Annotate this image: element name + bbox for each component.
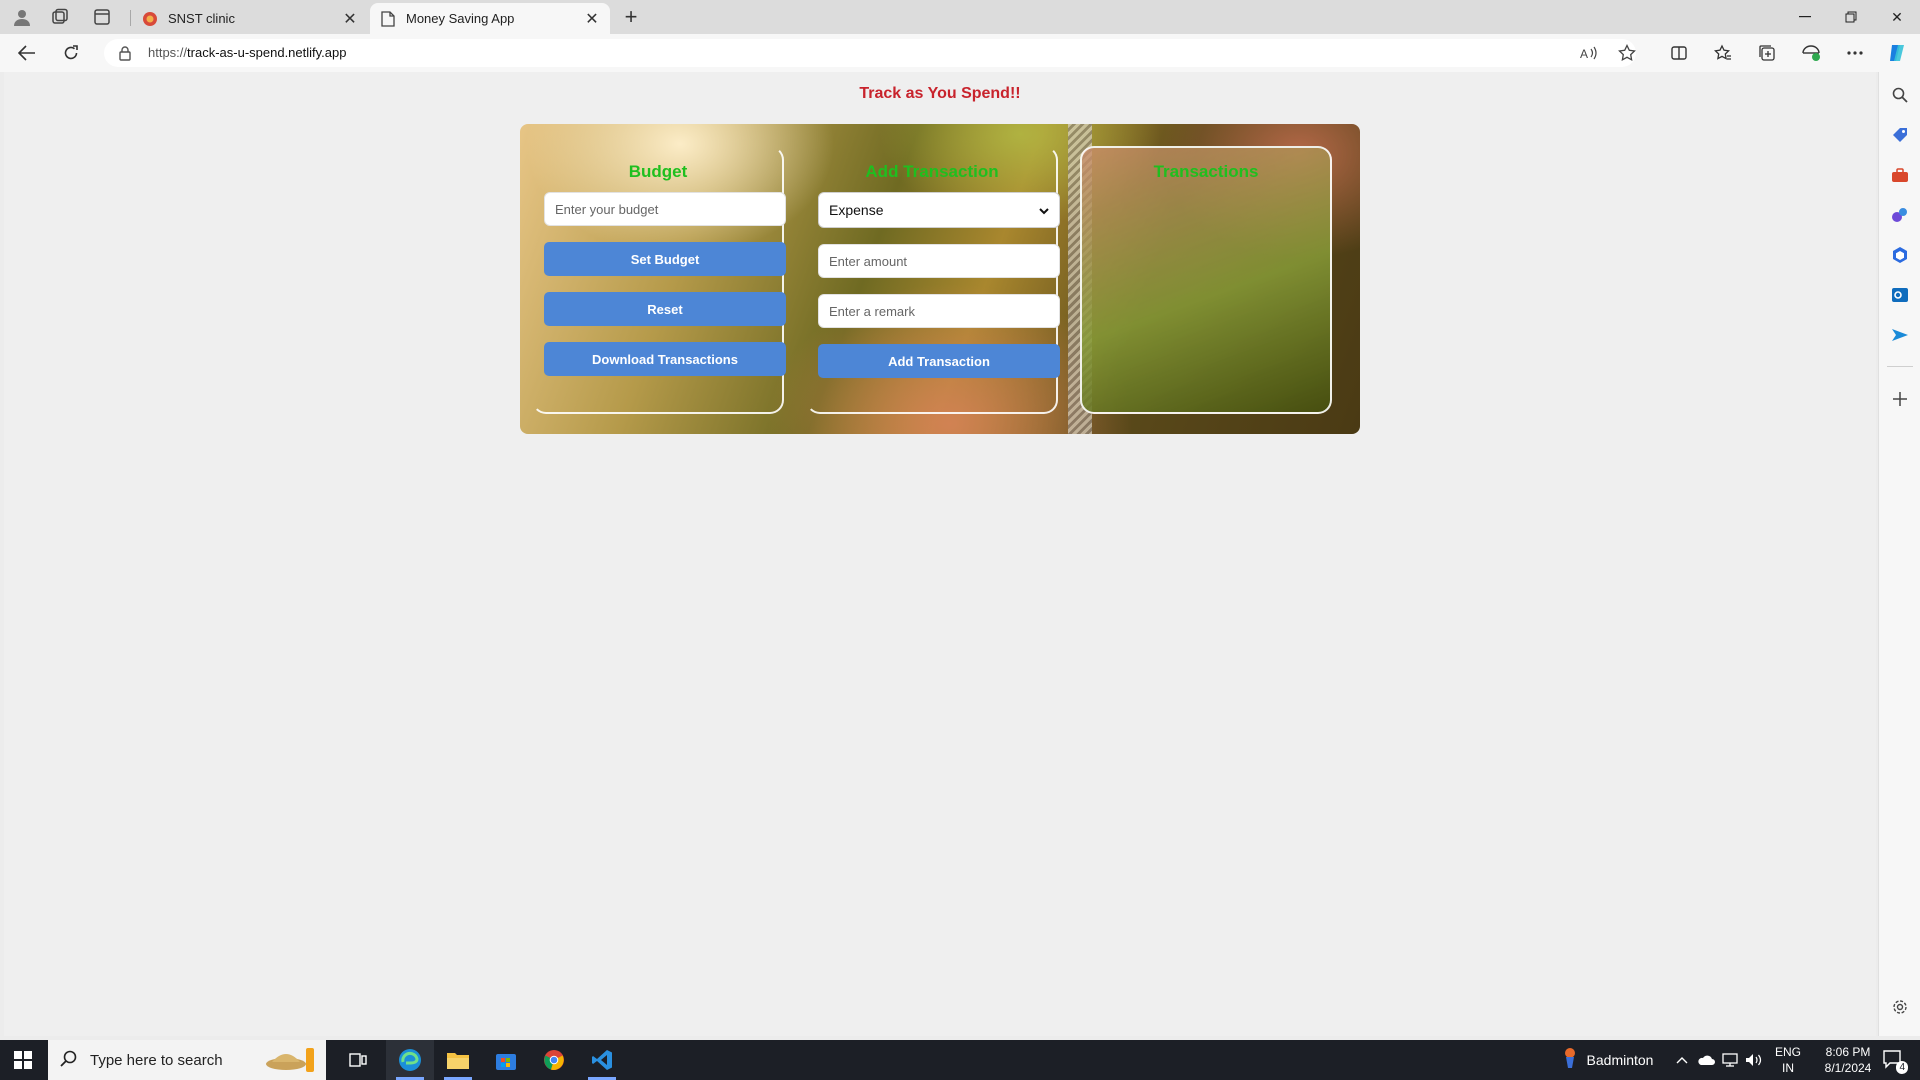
- task-view-icon[interactable]: [334, 1040, 382, 1080]
- weather-widget[interactable]: Badminton: [1552, 1040, 1662, 1080]
- sidebar-separator: [1887, 366, 1913, 367]
- edge-taskbar-icon[interactable]: [386, 1040, 434, 1080]
- back-icon[interactable]: [12, 39, 42, 67]
- copilot-icon[interactable]: [1882, 39, 1912, 67]
- app-title: Track as You Spend!!: [859, 85, 1021, 102]
- sidebar-settings-icon[interactable]: [1889, 996, 1911, 1018]
- add-transaction-heading: Add Transaction: [865, 162, 999, 181]
- network-icon[interactable]: [1718, 1040, 1742, 1080]
- file-explorer-icon[interactable]: [434, 1040, 482, 1080]
- transaction-type-select[interactable]: Expense: [818, 192, 1060, 228]
- transactions-panel: Transactions: [1080, 146, 1332, 414]
- language-code: ENG: [1774, 1045, 1801, 1059]
- read-aloud-icon[interactable]: A: [1578, 43, 1600, 63]
- search-icon[interactable]: [1889, 84, 1911, 106]
- clinic-favicon-icon: [142, 11, 158, 27]
- microsoft-store-icon[interactable]: [482, 1040, 530, 1080]
- games-icon[interactable]: [1889, 204, 1911, 226]
- search-highlight-icon: [262, 1046, 322, 1078]
- lock-icon[interactable]: [118, 45, 134, 61]
- split-screen-icon[interactable]: [1664, 39, 1694, 67]
- vscode-icon[interactable]: [578, 1040, 626, 1080]
- chevron-down-icon: [1039, 202, 1049, 218]
- clock-time: 8:06 PM: [1825, 1045, 1871, 1059]
- microsoft-365-icon[interactable]: [1889, 244, 1911, 266]
- url-host: track-as-u-spend.netlify.app: [187, 45, 347, 60]
- workspaces-icon[interactable]: [44, 4, 76, 30]
- shopping-tag-icon[interactable]: [1889, 124, 1911, 146]
- transactions-heading: Transactions: [1153, 162, 1259, 181]
- vertical-tabs-icon[interactable]: [86, 4, 118, 30]
- weather-label: Badminton: [1586, 1052, 1654, 1068]
- add-transaction-button[interactable]: Add Transaction: [818, 344, 1060, 378]
- close-tab-icon[interactable]: ✕: [580, 7, 604, 31]
- tools-icon[interactable]: [1889, 164, 1911, 186]
- budget-heading: Budget: [628, 162, 688, 181]
- app-card: Budget Enter your budget Set Budget Rese…: [520, 124, 1360, 434]
- chevron-up-icon[interactable]: [1670, 1040, 1694, 1080]
- tab-separator: [130, 10, 131, 26]
- favorites-icon[interactable]: [1708, 39, 1738, 67]
- download-transactions-button[interactable]: Download Transactions: [544, 342, 786, 376]
- amount-input[interactable]: Enter amount: [818, 244, 1060, 278]
- search-icon: [60, 1050, 80, 1070]
- url-scheme: https://: [148, 45, 188, 60]
- tab-money-saving-app[interactable]: Money Saving App ✕: [370, 3, 610, 34]
- page-viewport: Track as You Spend!! Budget Enter your b…: [4, 72, 1876, 1036]
- browser-sidebar: [1878, 72, 1920, 1036]
- reset-button[interactable]: Reset: [544, 292, 786, 326]
- drop-icon[interactable]: [1889, 324, 1911, 346]
- notifications-icon[interactable]: 4: [1874, 1040, 1914, 1080]
- add-icon[interactable]: [1889, 388, 1911, 410]
- budget-panel: Budget Enter your budget Set Budget Rese…: [532, 146, 786, 414]
- close-window-icon[interactable]: ✕: [1874, 0, 1920, 34]
- tab-title: SNST clinic: [168, 11, 235, 26]
- chrome-icon[interactable]: [530, 1040, 578, 1080]
- remark-input[interactable]: Enter a remark: [818, 294, 1060, 328]
- profile-icon[interactable]: [6, 4, 38, 30]
- add-transaction-panel: Add Transaction Expense Enter amount Ent…: [806, 146, 1060, 414]
- onedrive-icon[interactable]: [1694, 1040, 1718, 1080]
- url-text: https://track-as-u-spend.netlify.app: [148, 45, 346, 60]
- region-code: IN: [1781, 1061, 1794, 1075]
- settings-more-icon[interactable]: [1840, 39, 1870, 67]
- tab-snst-clinic[interactable]: SNST clinic ✕: [132, 3, 368, 34]
- windows-start-icon[interactable]: [0, 1040, 46, 1080]
- taskbar-search-box[interactable]: Type here to search: [48, 1040, 326, 1080]
- restore-icon[interactable]: [1828, 0, 1874, 34]
- svg-text:A: A: [1580, 47, 1588, 60]
- browser-toolbar: https://track-as-u-spend.netlify.app A: [0, 34, 1920, 72]
- clock-date: 8/1/2024: [1824, 1061, 1872, 1075]
- new-tab-icon[interactable]: +: [616, 4, 646, 30]
- browser-essentials-icon[interactable]: [1796, 39, 1826, 67]
- address-bar[interactable]: https://track-as-u-spend.netlify.app A: [104, 39, 1636, 67]
- refresh-icon[interactable]: [56, 39, 86, 67]
- volume-icon[interactable]: [1742, 1040, 1766, 1080]
- notification-count-badge: 4: [1896, 1061, 1908, 1074]
- outlook-icon[interactable]: [1889, 284, 1911, 306]
- transaction-type-value: Expense: [829, 202, 884, 218]
- favorite-star-icon[interactable]: [1616, 43, 1638, 63]
- minimize-icon[interactable]: [1782, 0, 1828, 34]
- page-favicon-icon: [380, 10, 396, 27]
- badminton-icon: [1561, 1047, 1579, 1074]
- browser-tab-strip: SNST clinic ✕ Money Saving App ✕ + ✕: [0, 0, 1920, 34]
- budget-input[interactable]: Enter your budget: [544, 192, 786, 226]
- tab-title: Money Saving App: [406, 11, 515, 26]
- collections-icon[interactable]: [1752, 39, 1782, 67]
- windows-taskbar: Type here to search Badminton ENG IN 8:0…: [0, 1040, 1920, 1080]
- taskbar-search-placeholder: Type here to search: [90, 1051, 223, 1069]
- close-tab-icon[interactable]: ✕: [338, 7, 362, 31]
- language-indicator[interactable]: ENG IN: [1770, 1040, 1806, 1080]
- set-budget-button[interactable]: Set Budget: [544, 242, 786, 276]
